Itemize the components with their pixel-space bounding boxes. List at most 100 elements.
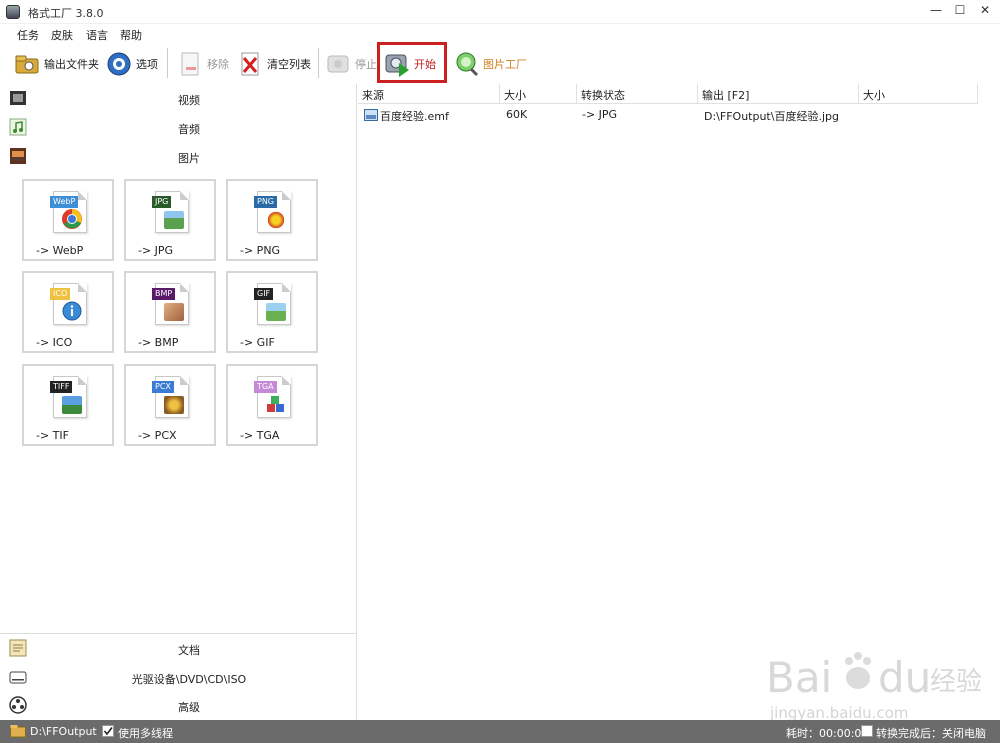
pcx-file-icon: PCX: [152, 376, 189, 418]
picture-factory-label: 图片工厂: [483, 58, 527, 71]
format-gif-label: -> GIF: [240, 336, 275, 349]
watermark-du: du: [878, 653, 931, 702]
watermark-jingyan: 经验: [930, 667, 982, 697]
format-tif[interactable]: TIFF -> TIF: [22, 364, 114, 446]
bmp-tag: BMP: [152, 288, 176, 300]
multithread-checkbox[interactable]: [102, 725, 114, 737]
format-tga-label: -> TGA: [240, 429, 280, 442]
format-webp-label: -> WebP: [36, 244, 84, 257]
clear-list-label: 清空列表: [267, 58, 311, 71]
format-pcx[interactable]: PCX -> PCX: [124, 364, 216, 446]
format-ico[interactable]: ICO -> ICO: [22, 271, 114, 353]
pcx-tag: PCX: [152, 381, 174, 393]
jpg-tag: JPG: [152, 196, 172, 208]
format-jpg[interactable]: JPG -> JPG: [124, 179, 216, 261]
column-status[interactable]: 转换状态: [577, 84, 698, 104]
jpg-file-icon: JPG: [152, 191, 189, 233]
tif-file-icon: TIFF: [50, 376, 87, 418]
close-button[interactable]: ✕: [974, 3, 996, 21]
menu-help[interactable]: 帮助: [120, 27, 142, 43]
format-ico-label: -> ICO: [36, 336, 73, 349]
column-source[interactable]: 来源: [358, 84, 500, 104]
png-tag: PNG: [254, 196, 278, 208]
watermark-bai: Bai: [766, 653, 832, 702]
category-picture-label: 图片: [178, 152, 200, 165]
webp-file-icon: WebP: [50, 191, 87, 233]
output-folder-label: 输出文件夹: [44, 58, 99, 71]
menu-bar: 任务 皮肤 语言 帮助: [0, 25, 1000, 43]
start-highlight-box: [377, 42, 447, 83]
output-path[interactable]: D:\FFOutput: [30, 725, 97, 738]
maximize-button[interactable]: ☐: [949, 3, 971, 21]
column-output-size[interactable]: 大小: [859, 84, 978, 104]
toolbar: 输出文件夹 选项 移除 清空列表 停止 开始 图片工厂: [0, 44, 1000, 84]
multithread-label: 使用多线程: [118, 727, 173, 740]
window-title: 格式工厂 3.8.0: [28, 7, 104, 20]
category-audio[interactable]: 音频: [0, 114, 357, 142]
tga-tag: TGA: [254, 381, 277, 393]
after-done-label: 转换完成后：关闭电脑: [876, 727, 986, 740]
format-tif-label: -> TIF: [36, 429, 69, 442]
options-button[interactable]: 选项: [106, 48, 158, 80]
output-folder-button[interactable]: 输出文件夹: [14, 48, 99, 80]
format-bmp-label: -> BMP: [138, 336, 179, 349]
format-jpg-label: -> JPG: [138, 244, 174, 257]
category-document[interactable]: 文档: [0, 635, 357, 663]
gif-tag: GIF: [254, 288, 274, 300]
stop-button[interactable]: 停止: [325, 48, 377, 80]
category-document-label: 文档: [178, 644, 200, 657]
shutdown-checkbox[interactable]: [861, 725, 873, 737]
menu-skin[interactable]: 皮肤: [51, 27, 73, 43]
png-file-icon: PNG: [254, 191, 291, 233]
category-advanced[interactable]: 高级: [0, 692, 357, 720]
menu-task[interactable]: 任务: [17, 27, 39, 43]
format-pcx-label: -> PCX: [138, 429, 177, 442]
left-pane: 视频 音频 图片 WebP -> WebP JPG -> JPG PNG -> …: [0, 84, 357, 720]
format-png-label: -> PNG: [240, 244, 281, 257]
remove-icon: [177, 51, 203, 77]
gif-file-icon: GIF: [254, 283, 291, 325]
menu-language[interactable]: 语言: [86, 27, 108, 43]
status-bar: D:\FFOutput 使用多线程 耗时：00:00:01 转换完成后：关闭电脑: [0, 720, 1000, 743]
category-optical[interactable]: 光驱设备\DVD\CD\ISO: [0, 664, 357, 692]
category-optical-label: 光驱设备\DVD\CD\ISO: [131, 673, 247, 686]
format-bmp[interactable]: BMP -> BMP: [124, 271, 216, 353]
toolbar-separator: [167, 48, 168, 78]
category-audio-label: 音频: [178, 123, 200, 136]
picture-factory-button[interactable]: 图片工厂: [453, 48, 527, 80]
ico-tag: ICO: [50, 288, 71, 300]
image-file-icon: [364, 109, 378, 121]
format-webp[interactable]: WebP -> WebP: [22, 179, 114, 261]
title-bar: 格式工厂 3.8.0 — ☐ ✕: [0, 0, 1000, 24]
row-source: 百度经验.emf: [380, 110, 449, 123]
gear-icon: [106, 51, 132, 77]
webp-tag: WebP: [50, 196, 79, 208]
clear-icon: [237, 51, 263, 77]
divider: [0, 633, 357, 634]
minimize-button[interactable]: —: [925, 3, 947, 21]
toolbar-separator: [318, 48, 319, 78]
magnifier-icon: [453, 51, 479, 77]
bmp-file-icon: BMP: [152, 283, 189, 325]
baidu-watermark: Bai du 经验 jingyan.baidu.com: [760, 632, 990, 724]
folder-icon: [10, 725, 26, 738]
ico-file-icon: ICO: [50, 283, 87, 325]
category-picture[interactable]: 图片: [0, 143, 357, 171]
category-video[interactable]: 视频: [0, 85, 357, 113]
stop-icon: [325, 51, 351, 77]
remove-label: 移除: [207, 58, 229, 71]
clear-list-button[interactable]: 清空列表: [237, 48, 311, 80]
column-size[interactable]: 大小: [500, 84, 577, 104]
options-label: 选项: [136, 58, 158, 71]
task-list: 来源 大小 转换状态 输出 [F2] 大小 百度经验.emf 60K -> JP…: [358, 84, 1000, 722]
format-tga[interactable]: TGA -> TGA: [226, 364, 318, 446]
remove-button[interactable]: 移除: [177, 48, 229, 80]
format-gif[interactable]: GIF -> GIF: [226, 271, 318, 353]
category-video-label: 视频: [178, 94, 200, 107]
row-output: D:\FFOutput\百度经验.jpg: [704, 110, 839, 123]
table-row[interactable]: 百度经验.emf 60K -> JPG D:\FFOutput\百度经验.jpg: [358, 106, 978, 126]
format-png[interactable]: PNG -> PNG: [226, 179, 318, 261]
folder-icon: [14, 51, 40, 77]
category-advanced-label: 高级: [178, 701, 200, 714]
column-output[interactable]: 输出 [F2]: [698, 84, 859, 104]
